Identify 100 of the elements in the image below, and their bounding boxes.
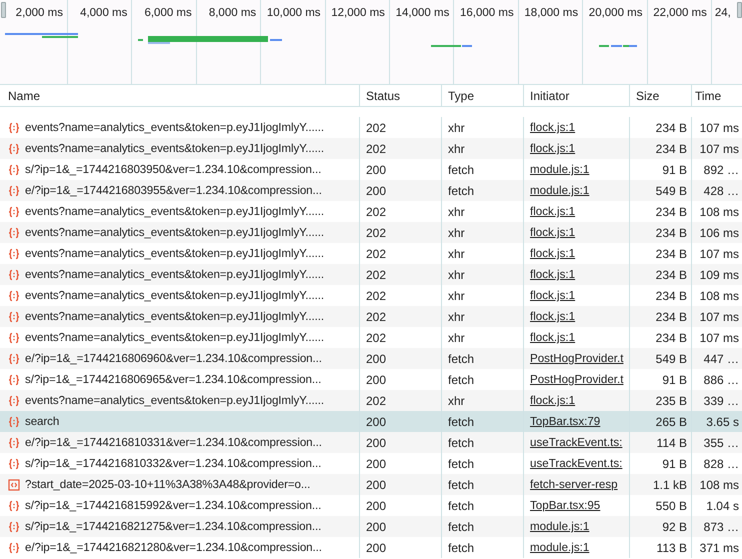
column-header[interactable]: Name [8,88,40,102]
table-cell: 107 ms [700,330,739,344]
table-cell: 549 B [656,352,687,366]
initiator-link[interactable]: flock.js:1 [530,394,576,407]
table-cell: 200 [366,478,386,492]
initiator-link[interactable]: useTrackEvent.ts: [530,436,622,449]
braces-icon [8,458,20,470]
request-row[interactable]: events?name=analytics_events&token=p.eyJ1IjogImlyY...... 202 xhr flock.js:1 234 B 107 ms [0,306,742,327]
request-row[interactable]: events?name=analytics_events&token=p.eyJ1IjogImlyY...... 202 xhr flock.js:1 235 B 339 … [0,390,742,411]
braces-icon [8,268,20,280]
braces-icon [8,500,20,512]
column-header[interactable]: Status [366,88,400,102]
table-cell: xhr [448,204,465,218]
column-header[interactable]: Time [695,88,722,102]
column-header[interactable]: Size [636,88,660,102]
document-icon [8,478,20,490]
table-cell: 200 [366,184,386,198]
table-cell: 3.65 s [706,414,739,428]
braces-icon [8,416,20,428]
request-row[interactable]: search 200 fetch TopBar.tsx:79 265 B 3.65 s [0,411,742,432]
request-row[interactable]: e/?ip=1&_=1744216810331&ver=1.234.10&compression... 200 fetch useTrackEvent.ts: 114 B 355 … [0,432,742,453]
table-cell: 114 B [656,436,687,450]
initiator-link[interactable]: flock.js:1 [530,310,576,323]
request-name: events?name=analytics_events&token=p.eyJ1IjogImlyY...... [25,394,324,407]
table-cell: 107 ms [700,310,739,324]
table-cell: 828 … [704,456,739,470]
table-cell: 107 ms [700,142,739,156]
request-name: s/?ip=1&_=1744216806965&ver=1.234.10&compression... [25,373,322,386]
request-name: e/?ip=1&_=1744216810331&ver=1.234.10&compression... [25,436,322,449]
request-row[interactable]: e/?ip=1&_=1744216803955&ver=1.234.10&compression... 200 fetch module.js:1 549 B 428 … [0,180,742,201]
time-tick-label: 6,000 ms [144,7,192,19]
braces-icon [8,164,20,176]
column-header[interactable]: Initiator [530,88,570,102]
initiator-link[interactable]: module.js:1 [530,163,590,176]
braces-icon [8,248,20,260]
table-cell: 108 ms [700,204,739,218]
initiator-link[interactable]: useTrackEvent.ts: [530,457,622,470]
request-row[interactable]: events?name=analytics_events&token=p.eyJ1IjogImlyY...... 202 xhr flock.js:1 234 B 107 ms [0,138,742,159]
table-cell: 265 B [656,414,687,428]
request-name: events?name=analytics_events&token=p.eyJ1IjogImlyY...... [25,268,324,281]
table-cell: 202 [366,330,386,344]
request-name: s/?ip=1&_=1744216815992&ver=1.234.10&compression... [25,499,322,512]
request-name: search [25,415,60,428]
initiator-link[interactable]: TopBar.tsx:79 [530,415,600,428]
table-cell: 234 B [656,204,687,218]
table-cell: 109 ms [700,268,739,282]
table-cell: 892 … [704,162,739,176]
request-name: events?name=analytics_events&token=p.eyJ1IjogImlyY...... [25,142,324,155]
time-tick-label: 20,000 ms [588,7,642,19]
table-cell: 371 ms [700,540,739,554]
request-row[interactable]: e/?ip=1&_=1744216806960&ver=1.234.10&compression... 200 fetch PostHogProvider.t 549 B 447 … [0,348,742,369]
table-cell: fetch [448,520,474,534]
braces-icon [8,184,20,196]
request-name: e/?ip=1&_=1744216821280&ver=1.234.10&compression... [25,541,322,554]
initiator-link[interactable]: module.js:1 [530,541,590,554]
time-tick-label: 12,000 ms [331,7,385,19]
table-cell: 202 [366,246,386,260]
table-cell: 873 … [704,520,739,534]
braces-icon [8,352,20,364]
column-header[interactable]: Type [448,88,474,102]
request-row[interactable]: events?name=analytics_events&token=p.eyJ1IjogImlyY...... 202 xhr flock.js:1 234 B 109 ms [0,264,742,285]
initiator-link[interactable]: flock.js:1 [530,268,576,281]
initiator-link[interactable]: flock.js:1 [530,226,576,239]
table-cell: 108 ms [700,288,739,302]
table-cell: fetch [448,478,474,492]
initiator-link[interactable]: module.js:1 [530,520,590,533]
table-cell: xhr [448,142,465,156]
initiator-link[interactable]: flock.js:1 [530,142,576,155]
initiator-link[interactable]: PostHogProvider.t [530,373,624,386]
table-cell: 200 [366,456,386,470]
table-cell: 202 [366,268,386,282]
request-name: e/?ip=1&_=1744216806960&ver=1.234.10&compression... [25,352,322,365]
table-cell: 1.1 kB [652,478,687,492]
braces-icon [8,542,20,554]
table-cell: 234 B [656,268,687,282]
braces-icon [8,226,20,238]
request-name: events?name=analytics_events&token=p.eyJ1IjogImlyY...... [25,331,324,344]
initiator-link[interactable]: flock.js:1 [530,289,576,302]
initiator-link[interactable]: flock.js:1 [530,331,576,344]
range-handle-icon[interactable] [1,2,6,18]
table-cell: 234 B [656,120,687,134]
initiator-link[interactable]: module.js:1 [530,184,590,197]
request-row[interactable]: events?name=analytics_events&token=p.eyJ1IjogImlyY...... 202 xhr flock.js:1 234 B 106 ms [0,222,742,243]
request-name: events?name=analytics_events&token=p.eyJ1IjogImlyY...... [25,121,324,134]
table-cell: 106 ms [700,226,739,240]
time-tick-label: 10,000 ms [266,7,321,19]
table-cell: 200 [366,372,386,386]
braces-icon [8,436,20,448]
time-tick-label: 16,000 ms [460,7,514,19]
initiator-link[interactable]: PostHogProvider.t [530,352,624,365]
table-cell: 202 [366,142,386,156]
initiator-link[interactable]: fetch-server-resp [530,478,618,491]
initiator-link[interactable]: TopBar.tsx:95 [530,499,600,512]
initiator-link[interactable]: flock.js:1 [530,205,576,218]
initiator-link[interactable]: flock.js:1 [530,247,576,260]
request-row[interactable]: ?start_date=2025-03-10+11%3A38%3A48&provider=o... 200 fetch fetch-server-resp 1.1 kB 108 ms [0,474,742,495]
range-handle-icon[interactable] [737,2,742,18]
request-row[interactable]: s/?ip=1&_=1744216821275&ver=1.234.10&compression... 200 fetch module.js:1 92 B 873 … [0,516,742,537]
initiator-link[interactable]: flock.js:1 [530,121,576,134]
table-cell: fetch [448,162,474,176]
